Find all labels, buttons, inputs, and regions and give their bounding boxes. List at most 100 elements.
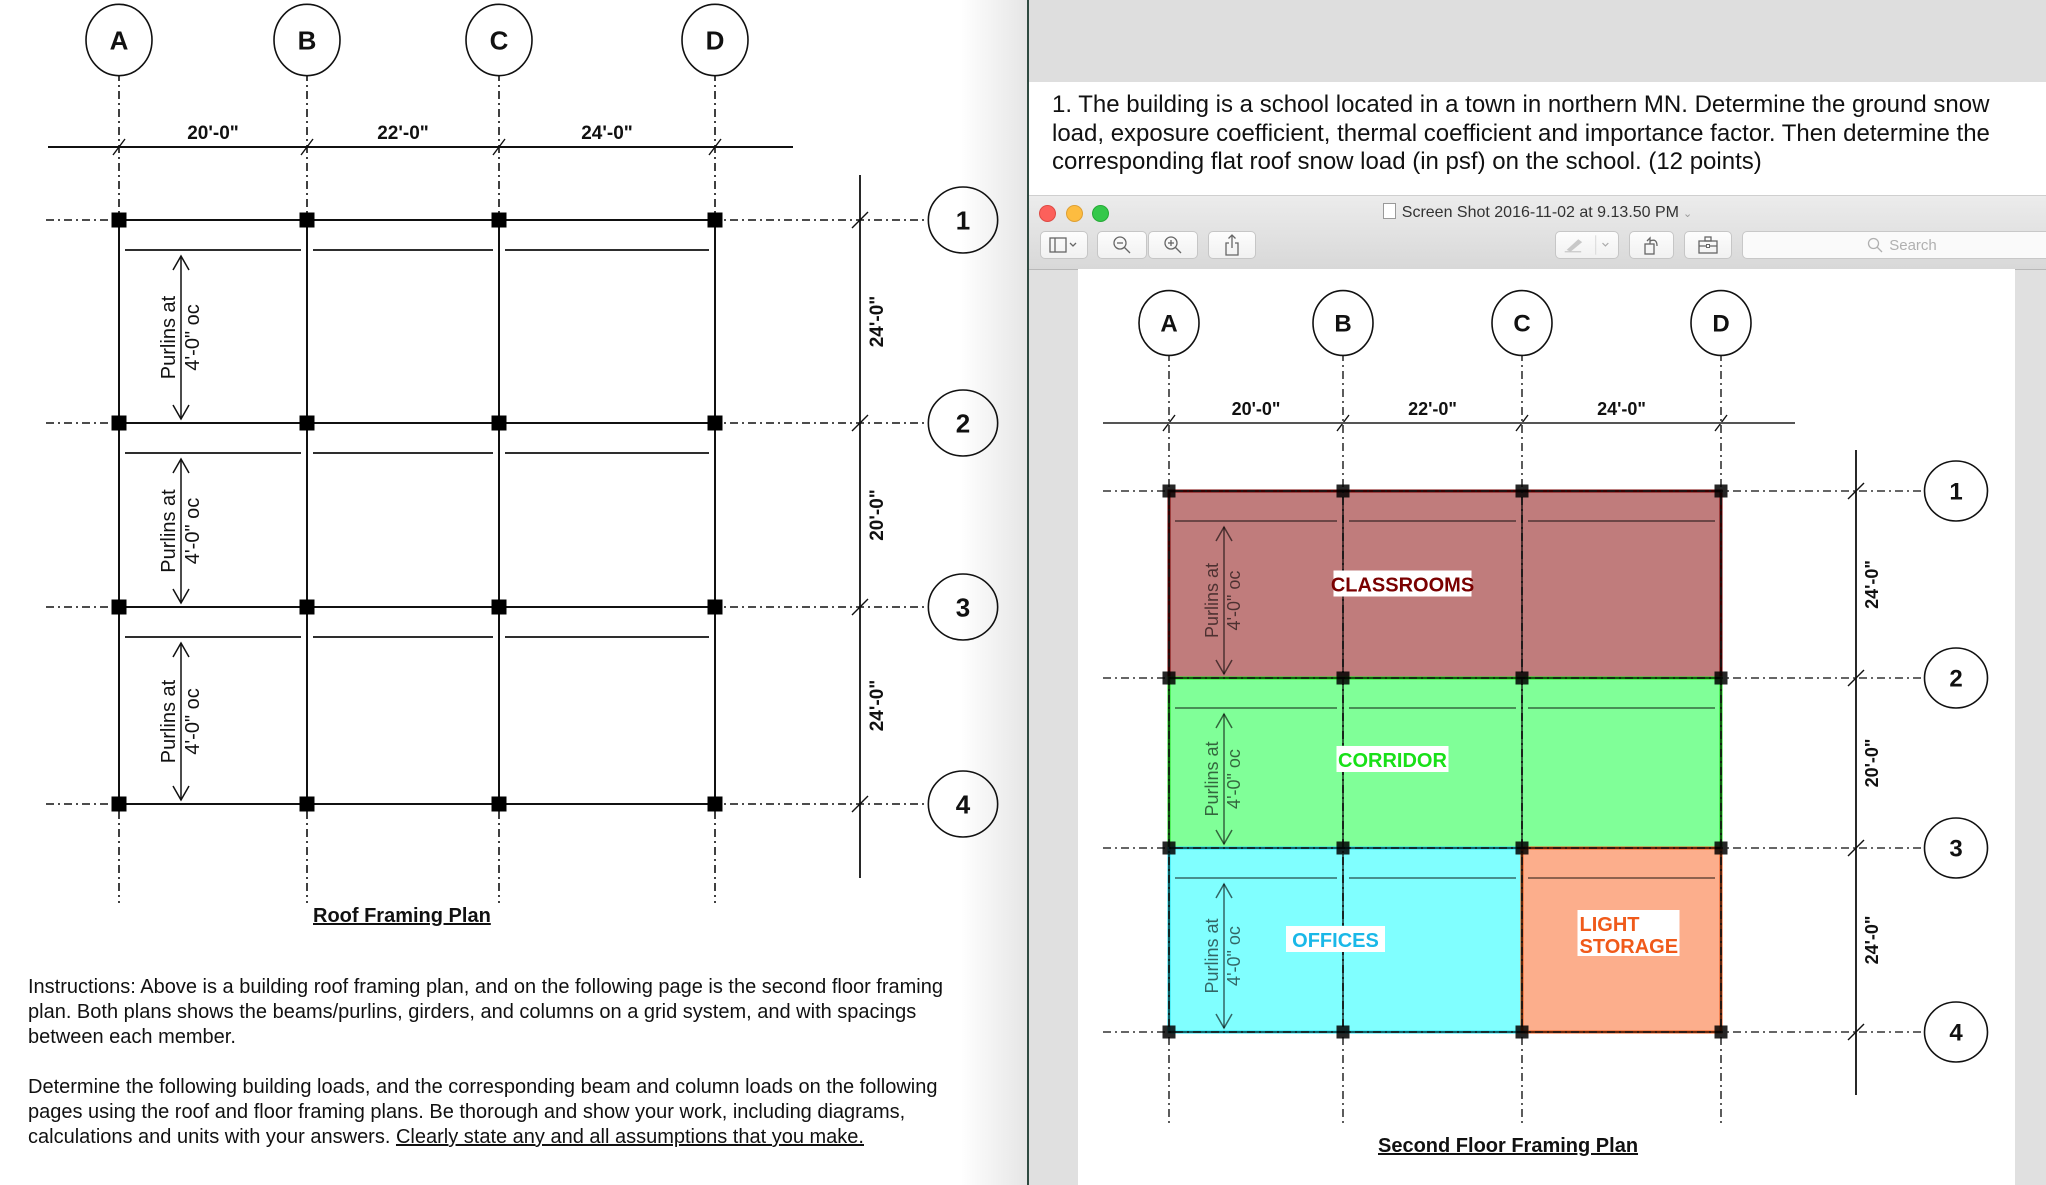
grid-label-B: B: [1334, 311, 1351, 338]
purlin-note-line-1: Purlins at: [1202, 918, 1222, 993]
column-marker: [1515, 1025, 1529, 1039]
column-marker: [1162, 841, 1176, 855]
grid-label-4: 4: [956, 789, 971, 819]
column-marker: [1714, 671, 1728, 685]
question-text: 1. The building is a school located in a…: [1052, 91, 1990, 175]
purlin-note-line-2: 4'-0" oc: [182, 498, 204, 565]
column-marker: [1336, 671, 1350, 685]
zoom-in-button[interactable]: [1148, 231, 1198, 259]
column-marker: [299, 212, 315, 228]
column-marker: [707, 796, 723, 812]
purlin-note-line-2: 4'-0" oc: [182, 304, 204, 371]
column-marker: [1515, 841, 1529, 855]
row-spacing-label: 24'-0": [867, 296, 888, 348]
window-titlebar[interactable]: Screen Shot 2016-11-02 at 9.13.50 PM ⌄ S…: [1029, 195, 2046, 270]
zoom-out-icon: [1113, 236, 1131, 254]
row-spacing-label: 24'-0": [1862, 560, 1882, 609]
grid-label-C: C: [1513, 311, 1530, 338]
column-marker: [1162, 671, 1176, 685]
purlin-note-line-2: 4'-0" oc: [1224, 571, 1244, 631]
grid-label-4: 4: [1949, 1020, 1963, 1047]
rotate-button[interactable]: [1629, 231, 1674, 259]
column-spacing-label: 22'-0": [377, 123, 429, 144]
roof-framing-plan-drawing: A B C D 20'-0" 22'-0" 24'-0" 1 2 3 4 24'-0" 20'-0" 24…: [46, 3, 999, 903]
column-marker: [111, 599, 127, 615]
column-marker: [1336, 841, 1350, 855]
share-icon: [1225, 234, 1239, 256]
column-marker: [111, 415, 127, 431]
zoom-out-button[interactable]: [1097, 231, 1147, 259]
right-document-pane: 1. The building is a school located in a…: [1029, 0, 2046, 1185]
column-spacing-label: 22'-0": [1408, 399, 1457, 419]
column-marker: [111, 212, 127, 228]
search-input[interactable]: Search: [1742, 231, 2046, 259]
grid-label-1: 1: [956, 205, 970, 235]
row-spacing-label: 24'-0": [867, 680, 888, 732]
toolbox-button[interactable]: [1684, 231, 1732, 259]
second-floor-framing-plan-caption: Second Floor Framing Plan: [1378, 1135, 1639, 1157]
left-document-page: A B C D 20'-0" 22'-0" 24'-0" 1 2 3 4 24'-0" 20'-0" 24…: [0, 0, 1028, 1185]
column-marker: [491, 599, 507, 615]
column-marker: [1162, 1025, 1176, 1039]
instructions-assumptions-note: Clearly state any and all assumptions th…: [395, 1126, 864, 1148]
row-spacing-label: 24'-0": [1862, 916, 1882, 965]
column-marker: [1714, 1025, 1728, 1039]
question-block: 1. The building is a school located in a…: [1029, 82, 2046, 195]
grid-label-D: D: [1712, 311, 1729, 338]
purlin-note-line-2: 4'-0" oc: [182, 688, 204, 755]
share-button[interactable]: [1208, 231, 1256, 259]
instructions-paragraph-2: Determine the following building loads, …: [28, 1075, 988, 1150]
column-marker: [299, 796, 315, 812]
grid-label-1: 1: [1949, 479, 1962, 506]
purlin-note-line-1: Purlins at: [1202, 741, 1222, 816]
column-marker: [1714, 484, 1728, 498]
second-floor-framing-plan-drawing: A B C D 20'-0" 22'-0" 24'-0" 1 2 3 4 24'-0" 20'-0" 24…: [1103, 289, 1989, 1125]
preview-window: Screen Shot 2016-11-02 at 9.13.50 PM ⌄ S…: [1029, 195, 2046, 1185]
zone-label: CORRIDOR: [1338, 750, 1447, 772]
column-spacing-label: 20'-0": [187, 123, 239, 144]
purlin-note-line-1: Purlins at: [1202, 563, 1222, 638]
column-marker: [707, 212, 723, 228]
search-placeholder: Search: [1889, 236, 1937, 254]
chevron-down-icon: ⌄: [1683, 208, 1693, 220]
row-spacing-label: 20'-0": [867, 489, 888, 541]
grid-label-2: 2: [1949, 666, 1962, 693]
column-marker: [111, 796, 127, 812]
toolbox-icon: [1698, 236, 1718, 254]
grid-label-D: D: [706, 25, 725, 55]
sidebar-toggle-button[interactable]: [1040, 231, 1088, 259]
window-title-text: Screen Shot 2016-11-02 at 9.13.50 PM: [1401, 204, 1679, 221]
column-marker: [299, 415, 315, 431]
markup-button[interactable]: [1555, 231, 1619, 259]
column-marker: [707, 415, 723, 431]
instructions-text: Instructions: Above is a building roof f…: [28, 975, 988, 1175]
sidebar-icon: [1049, 237, 1077, 253]
column-marker: [299, 599, 315, 615]
grid-label-B: B: [298, 25, 317, 55]
grid-label-A: A: [110, 25, 129, 55]
column-marker: [491, 212, 507, 228]
zone-label-line-1: LIGHT: [1580, 914, 1640, 936]
grid-label-3: 3: [1949, 836, 1962, 863]
zone-label: CLASSROOMS: [1331, 575, 1474, 597]
column-marker: [1714, 841, 1728, 855]
preview-document-page: A B C D 20'-0" 22'-0" 24'-0" 1 2 3 4 24'-0" 20'-0" 24…: [1078, 269, 2015, 1185]
column-marker: [1515, 484, 1529, 498]
purlin-note-line-1: Purlins at: [158, 679, 180, 763]
purlin-note-line-1: Purlins at: [158, 489, 180, 573]
column-spacing-label: 24'-0": [1597, 399, 1646, 419]
rotate-icon: [1643, 236, 1658, 255]
column-spacing-label: 20'-0": [1232, 399, 1281, 419]
row-spacing-label: 20'-0": [1862, 739, 1882, 788]
zoom-in-icon: [1164, 236, 1182, 254]
column-marker: [491, 415, 507, 431]
instructions-paragraph-1: Instructions: Above is a building roof f…: [28, 976, 943, 1048]
column-marker: [1336, 484, 1350, 498]
purlin-note-line-2: 4'-0" oc: [1224, 926, 1244, 986]
grid-label-3: 3: [956, 592, 970, 622]
column-marker: [1515, 671, 1529, 685]
window-title[interactable]: Screen Shot 2016-11-02 at 9.13.50 PM ⌄: [1029, 203, 2046, 222]
pen-icon: [1564, 235, 1609, 255]
column-spacing-label: 24'-0": [581, 123, 633, 144]
grid-label-2: 2: [956, 408, 970, 438]
